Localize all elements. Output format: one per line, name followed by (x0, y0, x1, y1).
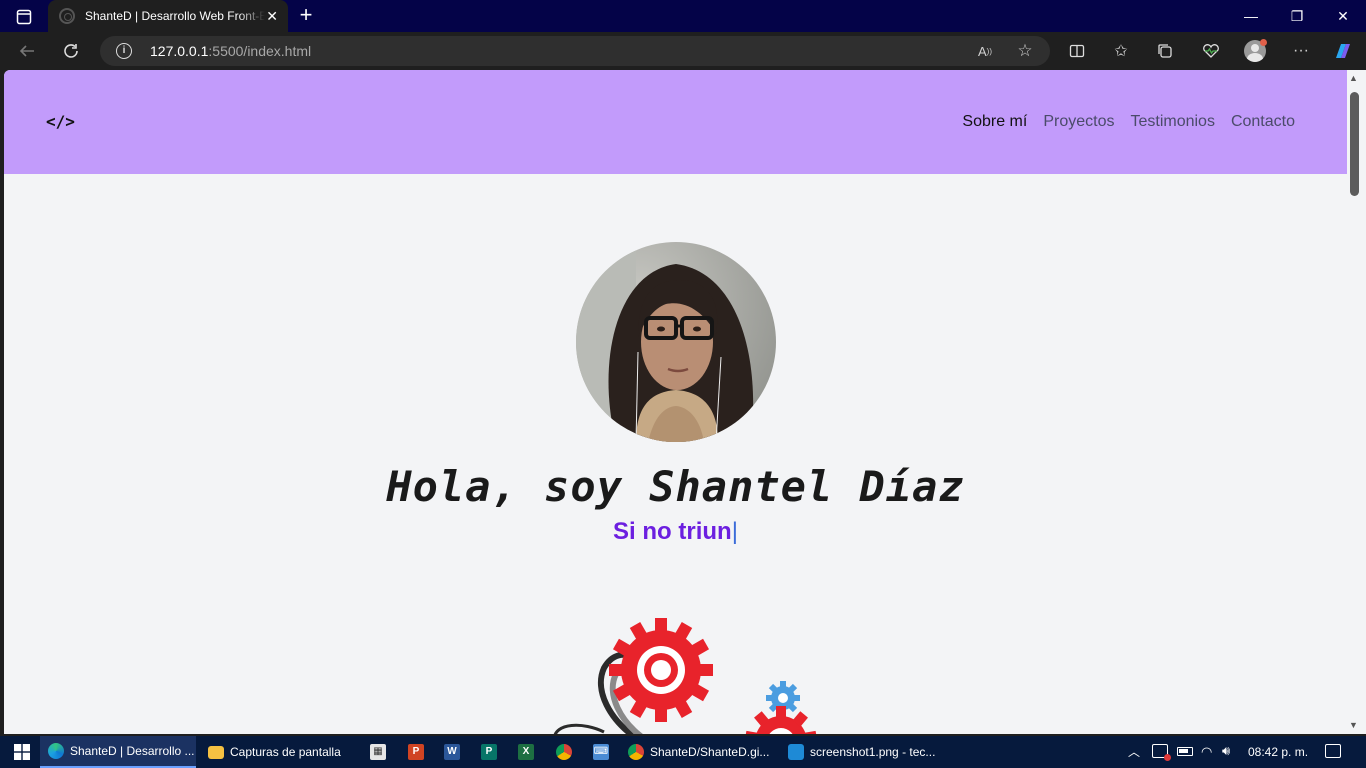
taskbar-label: ShanteD/ShanteD.gi... (650, 745, 770, 759)
typed-text: Si no triun (613, 518, 732, 545)
chrome-icon (628, 744, 644, 760)
title-bar: ShanteD | Desarrollo Web Front-End ✕ + —… (0, 0, 1366, 32)
minimize-icon[interactable]: — (1228, 0, 1274, 32)
chevron-up-icon[interactable]: ︿ (1128, 743, 1140, 760)
volume-icon[interactable]: 🔊︎ (1222, 743, 1230, 759)
vscode-icon (788, 744, 804, 760)
url-text: 127.0.0.1:5500/index.html (150, 43, 312, 59)
collections-icon[interactable] (1154, 40, 1176, 62)
split-screen-icon[interactable] (1066, 40, 1088, 62)
profile-avatar-icon[interactable] (1244, 39, 1267, 62)
favorite-star-icon[interactable]: ☆ (1014, 40, 1036, 62)
chrome-app-icon[interactable] (556, 744, 572, 760)
taskbar-edge[interactable]: ShanteD | Desarrollo ... (40, 736, 196, 768)
scroll-up-icon[interactable]: ▲ (1349, 73, 1358, 83)
taskbar-vscode[interactable]: screenshot1.png - tec... (784, 736, 940, 768)
close-window-icon[interactable]: ✕ (1320, 0, 1366, 32)
refresh-icon[interactable] (60, 40, 82, 62)
scroll-thumb[interactable] (1350, 92, 1359, 196)
tab-title: ShanteD | Desarrollo Web Front-End (85, 9, 265, 23)
address-bar[interactable]: i 127.0.0.1:5500/index.html A)) ☆ (100, 36, 1050, 66)
word-icon[interactable]: W (444, 744, 460, 760)
project-icon[interactable]: P (481, 744, 497, 760)
gears-illustration (524, 610, 844, 734)
powerpoint-icon[interactable]: P (408, 744, 424, 760)
browser-toolbar: i 127.0.0.1:5500/index.html A)) ☆ ✩ ··· (0, 32, 1366, 70)
site-info-icon[interactable]: i (116, 43, 132, 59)
favorites-icon[interactable]: ✩ (1110, 40, 1132, 62)
browser-tab[interactable]: ShanteD | Desarrollo Web Front-End ✕ (48, 0, 288, 32)
typed-tagline: Si no triun| (4, 518, 1347, 546)
taskbar-label: Capturas de pantalla (230, 745, 341, 759)
battery-icon[interactable] (1177, 747, 1193, 756)
close-tab-icon[interactable]: ✕ (266, 8, 278, 25)
browser-essentials-icon[interactable] (1200, 40, 1222, 62)
taskbar-clock[interactable]: 08:42 p. m. (1248, 745, 1308, 759)
nav-testimonios[interactable]: Testimonios (1130, 113, 1214, 131)
wifi-icon[interactable]: ◠ (1201, 744, 1212, 760)
site-logo[interactable]: </> (46, 112, 75, 131)
typing-cursor: | (731, 518, 738, 545)
windows-taskbar: ShanteD | Desarrollo ... Capturas de pan… (0, 736, 1366, 768)
taskbar-explorer[interactable]: Capturas de pantalla (204, 736, 354, 768)
taskbar-chrome[interactable]: ShanteD/ShanteD.gi... (622, 736, 778, 768)
copilot-icon[interactable] (1332, 40, 1354, 62)
read-aloud-icon[interactable]: A)) (974, 40, 996, 62)
nav-contacto[interactable]: Contacto (1231, 113, 1295, 131)
store-icon[interactable]: ▦ (370, 744, 386, 760)
back-icon[interactable] (16, 40, 38, 62)
page-viewport: </> Sobre mí Proyectos Testimonios Conta… (4, 70, 1347, 734)
folder-icon (208, 745, 224, 759)
site-header: </> Sobre mí Proyectos Testimonios Conta… (4, 70, 1347, 174)
site-favicon-icon (59, 8, 75, 24)
more-options-icon[interactable]: ··· (1290, 40, 1312, 62)
taskbar-label: screenshot1.png - tec... (810, 745, 936, 759)
edge-icon (48, 743, 64, 759)
security-icon[interactable] (1152, 744, 1171, 761)
new-tab-icon[interactable]: + (294, 4, 318, 28)
notifications-icon[interactable] (1325, 744, 1341, 758)
tab-actions-icon[interactable] (10, 6, 38, 28)
taskbar-label: ShanteD | Desarrollo ... (70, 744, 195, 758)
nav-proyectos[interactable]: Proyectos (1043, 113, 1114, 131)
restore-icon[interactable]: ❐ (1274, 0, 1320, 32)
main-nav: Sobre mí Proyectos Testimonios Contacto (962, 113, 1295, 131)
excel-icon[interactable]: X (518, 744, 534, 760)
profile-photo (576, 242, 776, 442)
nav-sobre-mi[interactable]: Sobre mí (962, 113, 1027, 131)
scroll-down-icon[interactable]: ▼ (1349, 720, 1358, 730)
keyboard-icon[interactable]: ⌨ (593, 744, 609, 760)
hero-headline: Hola, soy Shantel Díaz (386, 462, 965, 511)
start-button[interactable] (6, 736, 38, 768)
page-scrollbar[interactable]: ▲ ▼ (1347, 70, 1366, 734)
